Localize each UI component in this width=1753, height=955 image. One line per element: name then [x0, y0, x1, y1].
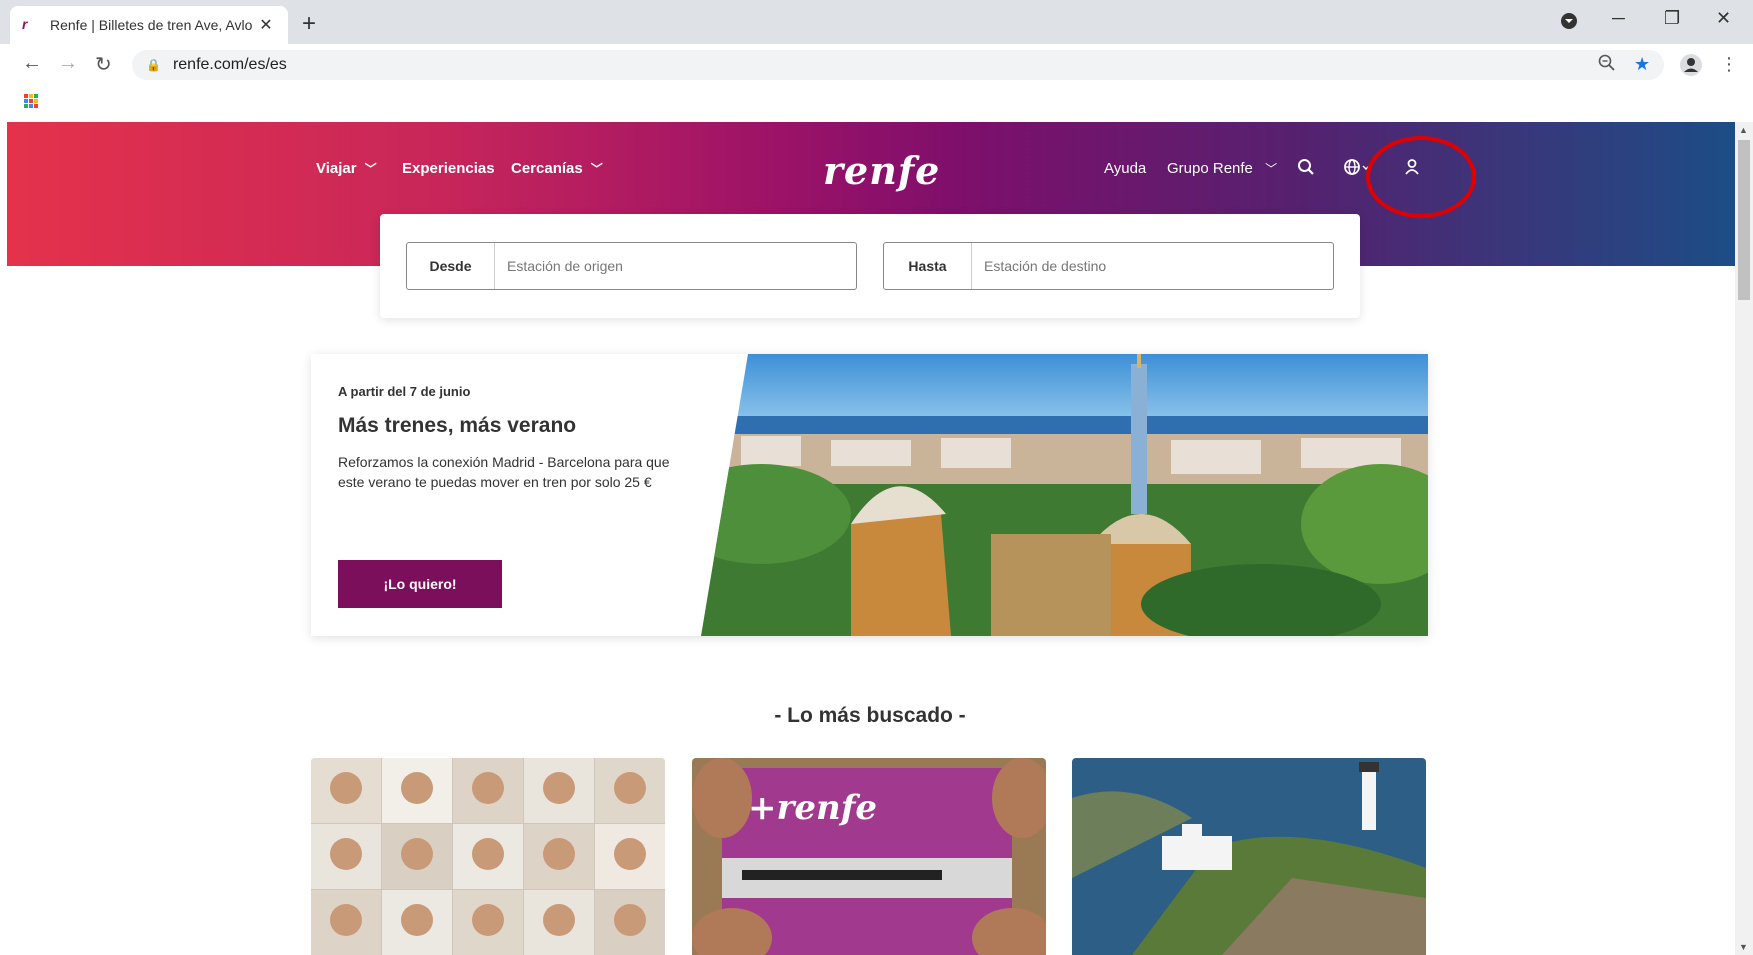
chevron-down-icon: ﹀ — [364, 162, 377, 176]
chrome-menu-icon[interactable]: ⋮ — [1720, 54, 1738, 75]
search-icon[interactable] — [1297, 158, 1315, 181]
chevron-down-icon: ﹀ — [590, 162, 603, 176]
apps-icon[interactable] — [24, 94, 38, 108]
origin-label: Desde — [407, 243, 495, 289]
page-scrollbar[interactable]: ▲ ▼ — [1735, 122, 1753, 955]
nav-grupo-renfe[interactable]: Grupo Renfe ﹀ — [1167, 160, 1277, 177]
mas-renfe-card-text: +renfe — [748, 788, 878, 828]
search-card: Desde Hasta — [380, 214, 1360, 318]
reload-icon[interactable]: ↻ — [95, 52, 112, 77]
nav-cercanias-label: Cercanías — [511, 160, 583, 177]
promo-card: A partir del 7 de junio Más trenes, más … — [311, 354, 1428, 636]
barcelona-park-guell-image — [701, 354, 1428, 636]
origin-input[interactable] — [495, 243, 856, 289]
annotation-highlight-circle — [1366, 136, 1476, 218]
scrollbar-thumb[interactable] — [1738, 140, 1750, 300]
account-avatar-icon[interactable] — [1680, 54, 1702, 81]
destination-field[interactable]: Hasta — [883, 242, 1334, 290]
nav-viajar[interactable]: Viajar ﹀ — [316, 160, 377, 177]
new-tab-button[interactable]: + — [302, 10, 316, 38]
browser-chrome: r Renfe | Billetes de tren Ave, Avlo ✕ +… — [0, 0, 1753, 122]
url-text: renfe.com/es/es — [172, 56, 287, 73]
nav-grupo-renfe-label: Grupo Renfe — [1167, 160, 1253, 177]
promo-kicker: A partir del 7 de junio — [338, 384, 471, 399]
scroll-down-arrow-icon[interactable]: ▼ — [1739, 942, 1748, 952]
most-searched-title: - Lo más buscado - — [774, 704, 966, 727]
promo-cta-button[interactable]: ¡Lo quiero! — [338, 560, 502, 608]
tab-close-icon[interactable]: ✕ — [256, 15, 276, 35]
destination-label: Hasta — [884, 243, 972, 289]
tab-title: Renfe | Billetes de tren Ave, Avlo — [50, 17, 253, 33]
forward-icon[interactable]: → — [58, 52, 78, 75]
renfe-favicon-icon: r — [22, 16, 28, 32]
back-icon[interactable]: ← — [22, 52, 42, 75]
destination-input[interactable] — [972, 243, 1333, 289]
nav-viajar-label: Viajar — [316, 160, 357, 177]
window-close-icon[interactable]: ✕ — [1716, 8, 1731, 29]
renfe-logo[interactable]: renfe — [823, 148, 940, 193]
scroll-up-arrow-icon[interactable]: ▲ — [1739, 125, 1748, 135]
minimize-icon[interactable]: ─ — [1612, 8, 1625, 29]
nav-cercanias[interactable]: Cercanías ﹀ — [511, 160, 603, 177]
card-mas-renfe[interactable]: +renfe — [692, 758, 1046, 955]
zoom-icon[interactable] — [1598, 54, 1616, 77]
promo-description: Reforzamos la conexión Madrid - Barcelon… — [338, 454, 670, 490]
chevron-down-icon: ﹀ — [1265, 162, 1278, 176]
profile-menu-icon[interactable] — [1560, 12, 1578, 35]
address-bar[interactable]: 🔒 renfe.com/es/es — [132, 50, 1664, 80]
restore-icon[interactable]: ❐ — [1664, 8, 1680, 29]
browser-tab[interactable]: r Renfe | Billetes de tren Ave, Avlo ✕ — [10, 6, 288, 44]
bookmarks-bar — [0, 88, 1753, 122]
nav-experiencias[interactable]: Experiencias — [402, 160, 495, 177]
card-faces[interactable] — [311, 758, 665, 955]
nav-ayuda[interactable]: Ayuda — [1104, 160, 1146, 177]
bookmark-star-icon[interactable]: ★ — [1634, 54, 1650, 75]
card-lighthouse[interactable] — [1072, 758, 1426, 955]
nav-experiencias-label: Experiencias — [402, 160, 495, 177]
lock-icon: 🔒 — [146, 58, 161, 72]
origin-field[interactable]: Desde — [406, 242, 857, 290]
promo-title: Más trenes, más verano — [338, 414, 577, 437]
